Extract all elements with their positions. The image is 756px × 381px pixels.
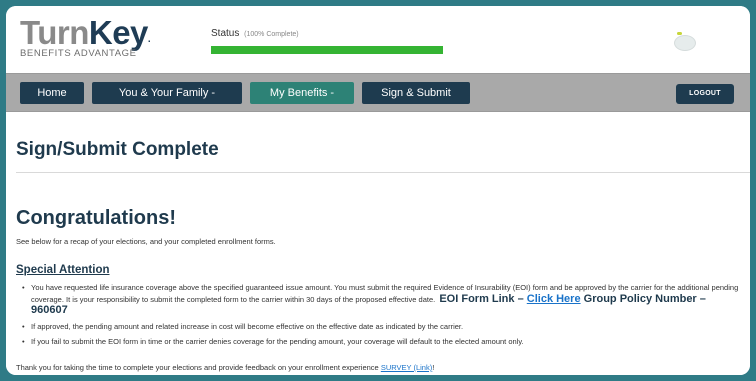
page-title: Sign/Submit Complete [16,139,219,160]
status-label: Status [211,28,240,39]
logo-turn: Turn [20,14,89,51]
title-divider [16,172,750,173]
approval-effective-text: If approved, the pending amount and rela… [31,321,464,331]
survey-link[interactable]: SURVEY (Link) [381,363,432,372]
header: TurnKey. BENEFITS ADVANTAGE Status (100%… [6,6,750,73]
nav-my-benefits-button[interactable]: My Benefits - [250,82,354,104]
special-attention-heading: Special Attention [16,264,110,276]
thanks-text: Thank you for taking the time to complet… [16,363,434,372]
main-content: Sign/Submit Complete Congratulations! Se… [6,112,750,375]
seal-accent-icon [677,32,682,35]
eoi-click-here-link[interactable]: Click Here [527,293,581,305]
congratulations-heading: Congratulations! [16,207,176,229]
recap-text: See below for a recap of your elections,… [16,237,276,246]
top-nav: Home You & Your Family - My Benefits - S… [6,73,750,112]
browser-frame: TurnKey. BENEFITS ADVANTAGE Status (100%… [6,6,750,375]
status-label-row: Status (100% Complete) [211,28,451,39]
list-item: If you fail to submit the EOI form in ti… [20,337,745,348]
status-progress-fill [211,46,443,54]
status-widget: Status (100% Complete) [211,28,451,54]
special-attention-list: You have requested life insurance covera… [20,283,745,353]
logo-dot-icon: . [147,34,151,45]
logo-tagline: BENEFITS ADVANTAGE [20,48,137,59]
nav-sign-submit-button[interactable]: Sign & Submit [362,82,470,104]
status-progress-bar [211,46,443,54]
thanks-prefix: Thank you for taking the time to complet… [16,363,379,372]
eoi-prefix: EOI Form Link – [439,292,524,305]
nav-home-button[interactable]: Home [20,82,84,104]
logout-button[interactable]: LOGOUT [676,84,734,104]
list-item: If approved, the pending amount and rela… [20,322,745,333]
eoi-default-text: If you fail to submit the EOI form in ti… [31,337,524,346]
thanks-suffix: ! [432,363,435,372]
logo-key: Key [88,14,149,51]
company-seal-icon [674,35,696,51]
list-item: You have requested life insurance covera… [20,283,745,317]
nav-you-and-family-button[interactable]: You & Your Family - [92,82,242,104]
turnkey-logo[interactable]: TurnKey. BENEFITS ADVANTAGE [20,16,190,68]
status-percent: (100% Complete) [244,31,299,38]
